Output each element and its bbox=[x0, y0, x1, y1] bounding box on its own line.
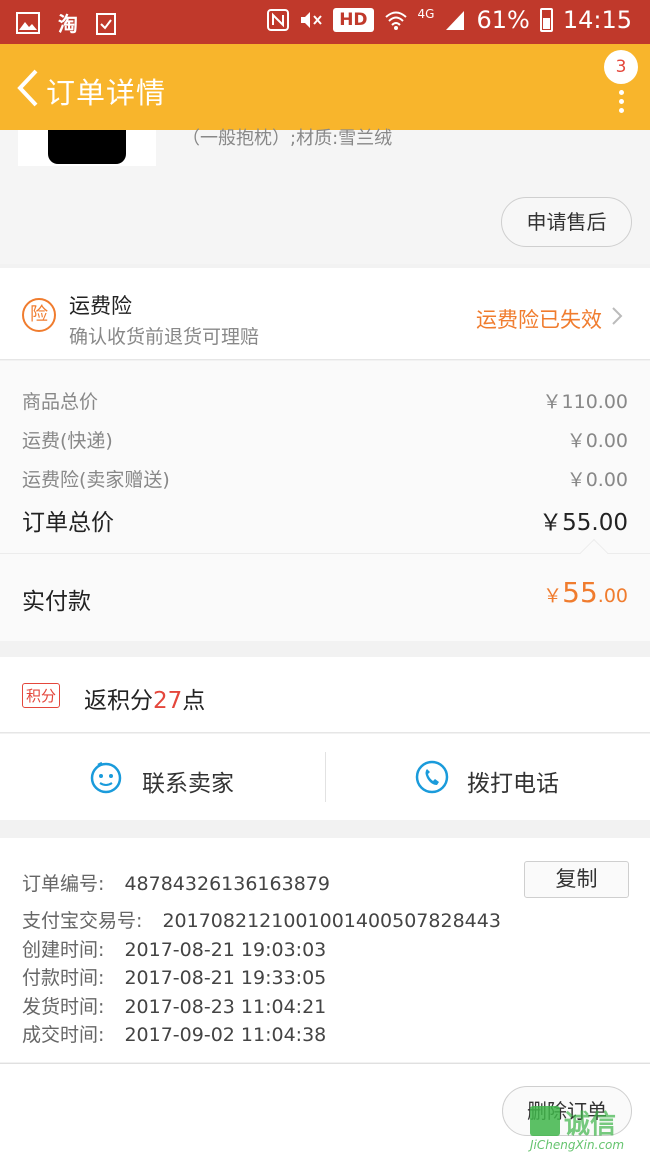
clipboard-icon bbox=[96, 12, 116, 35]
actual-payment-label: 实付款 bbox=[22, 589, 91, 615]
signal-icon bbox=[446, 11, 465, 30]
battery-charging-icon bbox=[539, 8, 553, 32]
back-arrow-icon[interactable] bbox=[12, 68, 42, 108]
page-title: 订单详情 bbox=[46, 76, 167, 110]
call-phone-button[interactable]: 拨打电话 bbox=[326, 734, 650, 820]
points-text: 返积分27点 bbox=[84, 681, 205, 715]
apply-after-sale-button[interactable]: 申请售后 bbox=[501, 197, 632, 247]
contact-seller-button[interactable]: 联系卖家 bbox=[0, 734, 325, 820]
status-bar-right: HD 4G 61% 14:15 bbox=[267, 6, 632, 34]
paid-time: 2017-08-21 19:33:05 bbox=[124, 967, 327, 989]
order-info-row: 订单编号: 48784326136163879 bbox=[22, 869, 330, 896]
currency-symbol: ￥ bbox=[543, 585, 563, 607]
price-value: ￥0.00 bbox=[566, 469, 628, 491]
insurance-title: 运费险 bbox=[69, 294, 132, 318]
points-suffix: 点 bbox=[182, 688, 206, 714]
completed-time: 2017-09-02 11:04:38 bbox=[124, 1024, 327, 1046]
freight-insurance-row[interactable]: 险 运费险 确认收货前退货可理赔 运费险已失效 bbox=[0, 268, 650, 360]
status-bar-left: 淘 bbox=[16, 8, 116, 37]
gallery-icon bbox=[16, 11, 40, 34]
watermark-icon bbox=[530, 1106, 560, 1136]
order-total-value: ￥55.00 bbox=[539, 510, 628, 536]
contact-bar: 联系卖家 拨打电话 bbox=[0, 734, 650, 820]
nfc-icon bbox=[267, 9, 290, 31]
price-label: 商品总价 bbox=[22, 391, 99, 413]
insurance-icon: 险 bbox=[22, 298, 56, 332]
points-badge: 积分 bbox=[22, 683, 61, 708]
order-info-row: 发货时间: 2017-08-23 11:04:21 bbox=[22, 992, 326, 1019]
alipay-trade-number: 2017082121001001400507828443 bbox=[162, 910, 501, 932]
network-type: 4G bbox=[417, 7, 435, 21]
actual-payment-value: ￥55.00 bbox=[543, 576, 628, 609]
price-value: ￥110.00 bbox=[542, 391, 628, 413]
wifi-icon bbox=[384, 11, 407, 30]
paid-integer: 55 bbox=[562, 576, 598, 609]
product-thumbnail[interactable] bbox=[18, 130, 156, 166]
order-info-row: 创建时间: 2017-08-21 19:03:03 bbox=[22, 935, 326, 962]
clock: 14:15 bbox=[562, 6, 632, 34]
info-label: 创建时间: bbox=[22, 939, 105, 961]
more-menu-button[interactable]: 3 bbox=[588, 50, 638, 114]
status-bar: 淘 HD 4G 61% 14:15 bbox=[0, 0, 650, 44]
order-info-row: 付款时间: 2017-08-21 19:33:05 bbox=[22, 963, 326, 990]
chat-face-icon bbox=[90, 761, 122, 794]
more-dots-icon bbox=[619, 90, 625, 117]
info-label: 付款时间: bbox=[22, 967, 105, 989]
notification-badge: 3 bbox=[604, 50, 638, 84]
order-info-row: 支付宝交易号: 2017082121001001400507828443 bbox=[22, 906, 501, 933]
contact-seller-label: 联系卖家 bbox=[142, 771, 234, 797]
taobao-icon: 淘 bbox=[58, 12, 78, 36]
info-label: 发货时间: bbox=[22, 996, 105, 1018]
watermark-logo: 诚信 JiChengXin.com bbox=[530, 1106, 646, 1154]
order-info: 复制 订单编号: 48784326136163879 支付宝交易号: 20170… bbox=[0, 838, 650, 1062]
phone-icon bbox=[415, 760, 449, 794]
created-time: 2017-08-21 19:03:03 bbox=[124, 939, 327, 961]
insurance-subtitle: 确认收货前退货可理赔 bbox=[69, 326, 260, 348]
points-amount: 27 bbox=[153, 688, 183, 714]
order-total-label: 订单总价 bbox=[22, 510, 114, 536]
copy-button[interactable]: 复制 bbox=[524, 861, 629, 898]
battery-percent: 61% bbox=[476, 6, 530, 34]
product-card: （一般抱枕）;材质:雪兰绒 申请售后 bbox=[0, 128, 650, 264]
chevron-right-icon bbox=[612, 307, 623, 325]
price-label: 运费(快递) bbox=[22, 430, 113, 452]
info-label: 成交时间: bbox=[22, 1024, 105, 1046]
app-header: 订单详情 3 bbox=[0, 44, 650, 130]
info-label: 支付宝交易号: bbox=[22, 910, 143, 932]
points-prefix: 返积分 bbox=[84, 688, 153, 714]
product-spec: （一般抱枕）;材质:雪兰绒 bbox=[182, 128, 393, 149]
call-phone-label: 拨打电话 bbox=[467, 771, 559, 797]
watermark-text: 诚信 bbox=[564, 1110, 617, 1140]
price-label: 运费险(卖家赠送) bbox=[22, 469, 170, 491]
insurance-status: 运费险已失效 bbox=[476, 308, 602, 332]
info-label: 订单编号: bbox=[22, 873, 105, 895]
shipped-time: 2017-08-23 11:04:21 bbox=[124, 996, 327, 1018]
bottom-action-bar: 删除订单 诚信 JiChengXin.com bbox=[0, 1063, 650, 1155]
price-summary: 商品总价 ￥110.00 运费(快递) ￥0.00 运费险(卖家赠送) ￥0.0… bbox=[0, 361, 650, 553]
mute-icon bbox=[301, 12, 322, 28]
order-number: 48784326136163879 bbox=[124, 873, 330, 895]
paid-decimal: .00 bbox=[597, 585, 628, 607]
actual-payment-row: 实付款 ￥55.00 bbox=[0, 538, 650, 641]
hd-badge: HD bbox=[333, 8, 374, 32]
points-row: 积分 返积分27点 bbox=[0, 657, 650, 733]
watermark-url: JiChengXin.com bbox=[530, 1138, 625, 1152]
price-value: ￥0.00 bbox=[566, 430, 628, 452]
order-info-row: 成交时间: 2017-09-02 11:04:38 bbox=[22, 1020, 326, 1047]
